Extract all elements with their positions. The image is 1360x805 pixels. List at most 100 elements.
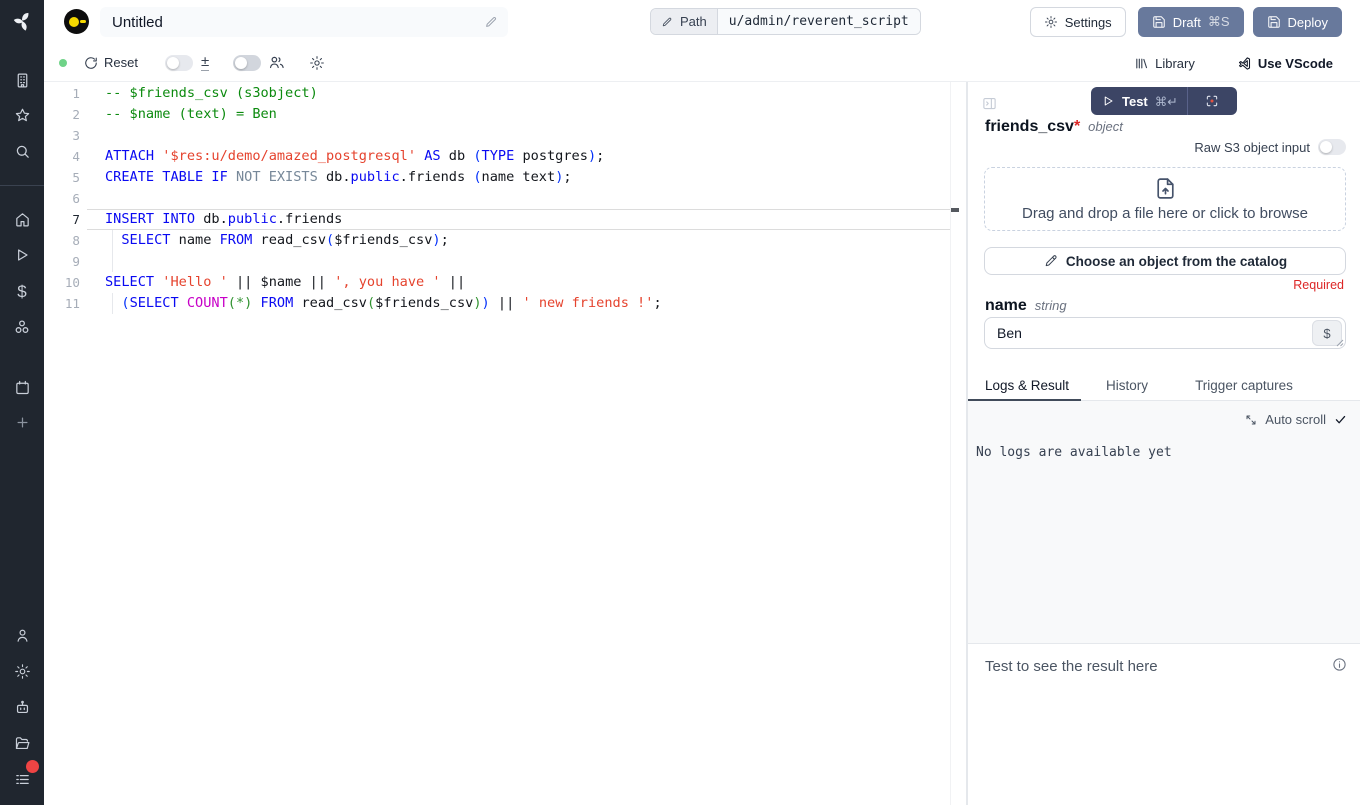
code-line[interactable]: 6 xyxy=(44,188,966,209)
tab-trigger-captures[interactable]: Trigger captures xyxy=(1183,378,1305,400)
code-line[interactable]: 10SELECT 'Hello ' || $name || ', you hav… xyxy=(44,272,966,293)
draft-button[interactable]: Draft ⌘S xyxy=(1138,7,1244,37)
test-label: Test xyxy=(1122,94,1148,109)
code-line[interactable]: 7INSERT INTO db.public.friends xyxy=(44,209,966,230)
status-dot xyxy=(59,59,67,67)
overview-cursor-marker xyxy=(951,208,959,212)
code-line[interactable]: 3 xyxy=(44,125,966,146)
editor-settings-gear-icon[interactable] xyxy=(309,55,325,71)
path-value[interactable]: u/admin/reverent_script xyxy=(718,9,920,34)
overview-ruler xyxy=(950,82,951,805)
line-number: 4 xyxy=(44,146,80,167)
path-label: Path xyxy=(680,14,707,29)
search-icon[interactable] xyxy=(0,139,44,163)
argument-name: name string xyxy=(985,297,1067,315)
info-icon[interactable] xyxy=(1332,657,1347,672)
audit-logs-icon[interactable] xyxy=(0,767,44,791)
collapse-panel-icon[interactable] xyxy=(982,96,997,111)
required-star: * xyxy=(1074,118,1080,135)
code-line[interactable]: 4ATTACH '$res:u/demo/amazed_postgresql' … xyxy=(44,146,966,167)
variables-icon[interactable]: $ xyxy=(0,279,44,303)
choose-object-catalog-button[interactable]: Choose an object from the catalog xyxy=(984,247,1346,275)
path-edit-button[interactable]: Path xyxy=(651,9,718,34)
code-editor[interactable]: 1 -- $friends_csv (s3object)2-- $name (te… xyxy=(44,82,966,805)
auto-scroll-control[interactable]: Auto scroll xyxy=(1245,412,1347,427)
code-line[interactable]: 9 xyxy=(44,251,966,272)
settings-button[interactable]: Settings xyxy=(1030,7,1126,37)
duckdb-language-icon xyxy=(64,9,89,34)
line-number: 1 xyxy=(44,83,80,104)
test-shortcut: ⌘↵ xyxy=(1155,94,1178,109)
use-vscode-button[interactable]: Use VScode xyxy=(1237,56,1333,71)
path-editor[interactable]: Path u/admin/reverent_script xyxy=(650,8,921,35)
sidebar-divider xyxy=(0,185,44,186)
deploy-label: Deploy xyxy=(1288,15,1328,30)
script-title-input[interactable]: Untitled xyxy=(100,7,508,37)
logs-panel: Auto scroll No logs are available yet xyxy=(968,401,1360,644)
code-line[interactable]: 11 (SELECT COUNT(*) FROM read_csv($frien… xyxy=(44,293,966,314)
vscode-icon xyxy=(1237,56,1252,71)
required-note: Required xyxy=(1293,278,1344,292)
raw-s3-label: Raw S3 object input xyxy=(1194,140,1310,155)
code-text: SELECT 'Hello ' || $name || ', you have … xyxy=(105,272,465,293)
workspace-icon[interactable] xyxy=(0,68,44,92)
line-number: 2 xyxy=(44,104,80,125)
code-line[interactable]: 5CREATE TABLE IF NOT EXISTS db.public.fr… xyxy=(44,167,966,188)
favorites-star-icon[interactable] xyxy=(0,103,44,127)
draft-shortcut: ⌘S xyxy=(1208,14,1230,30)
code-text: SELECT name FROM read_csv($friends_csv); xyxy=(105,230,449,251)
arg-type: object xyxy=(1088,119,1123,134)
code-text: -- $friends_csv (s3object) xyxy=(105,83,318,104)
library-label: Library xyxy=(1155,56,1195,71)
diff-icon[interactable]: ± xyxy=(201,54,209,71)
edit-pencil-icon[interactable] xyxy=(484,15,498,29)
library-button[interactable]: Library xyxy=(1134,56,1195,71)
library-icon xyxy=(1134,56,1149,71)
notification-badge xyxy=(26,760,39,773)
collab-toggle[interactable] xyxy=(233,55,261,71)
code-line[interactable]: 2-- $name (text) = Ben xyxy=(44,104,966,125)
deploy-button[interactable]: Deploy xyxy=(1253,7,1342,37)
ai-robot-icon[interactable] xyxy=(0,695,44,719)
capture-test-button[interactable] xyxy=(1188,94,1237,108)
reset-button[interactable]: Reset xyxy=(84,55,138,70)
add-icon[interactable] xyxy=(0,410,44,434)
check-icon xyxy=(1334,413,1347,426)
tab-history[interactable]: History xyxy=(1094,378,1160,400)
code-line[interactable]: 8 SELECT name FROM read_csv($friends_csv… xyxy=(44,230,966,251)
dropzone-text: Drag and drop a file here or click to br… xyxy=(1022,205,1308,222)
top-bar: Untitled Path u/admin/reverent_script Se… xyxy=(44,0,1360,44)
windmill-logo-icon[interactable] xyxy=(0,9,44,33)
line-number: 8 xyxy=(44,230,80,251)
test-button-group[interactable]: Test ⌘↵ xyxy=(1091,87,1237,115)
arg-type: string xyxy=(1035,298,1067,313)
save-icon xyxy=(1267,15,1281,29)
panel-tabs: Logs & Result History Trigger captures xyxy=(968,378,1360,401)
result-panel: Test to see the result here xyxy=(968,644,1360,805)
tab-logs-result[interactable]: Logs & Result xyxy=(968,378,1081,400)
line-number: 3 xyxy=(44,125,80,146)
code-text: CREATE TABLE IF NOT EXISTS db.public.fri… xyxy=(105,167,572,188)
folders-icon[interactable] xyxy=(0,731,44,755)
collaborators-icon[interactable] xyxy=(268,54,285,71)
save-icon xyxy=(1152,15,1166,29)
argument-friends-csv: friends_csv* object xyxy=(985,118,1123,136)
line-number: 7 xyxy=(44,209,80,230)
settings-gear-icon[interactable] xyxy=(0,659,44,683)
name-input[interactable] xyxy=(985,318,1345,348)
no-logs-message: No logs are available yet xyxy=(976,445,1172,460)
gear-icon xyxy=(1044,15,1058,29)
diff-mode-toggle[interactable] xyxy=(165,55,193,71)
code-lines: 1 -- $friends_csv (s3object)2-- $name (te… xyxy=(44,83,966,314)
schedules-calendar-icon[interactable] xyxy=(0,375,44,399)
file-dropzone[interactable]: Drag and drop a file here or click to br… xyxy=(984,167,1346,231)
code-line[interactable]: 1 -- $friends_csv (s3object) xyxy=(44,83,966,104)
home-icon[interactable] xyxy=(0,207,44,231)
raw-s3-toggle[interactable] xyxy=(1318,139,1346,155)
run-panel: Test ⌘↵ friends_csv* object Raw S3 objec… xyxy=(966,82,1360,805)
script-title: Untitled xyxy=(112,14,484,31)
resources-icon[interactable] xyxy=(0,315,44,339)
resize-handle-icon[interactable] xyxy=(1336,339,1344,347)
runs-icon[interactable] xyxy=(0,243,44,267)
account-icon[interactable] xyxy=(0,623,44,647)
